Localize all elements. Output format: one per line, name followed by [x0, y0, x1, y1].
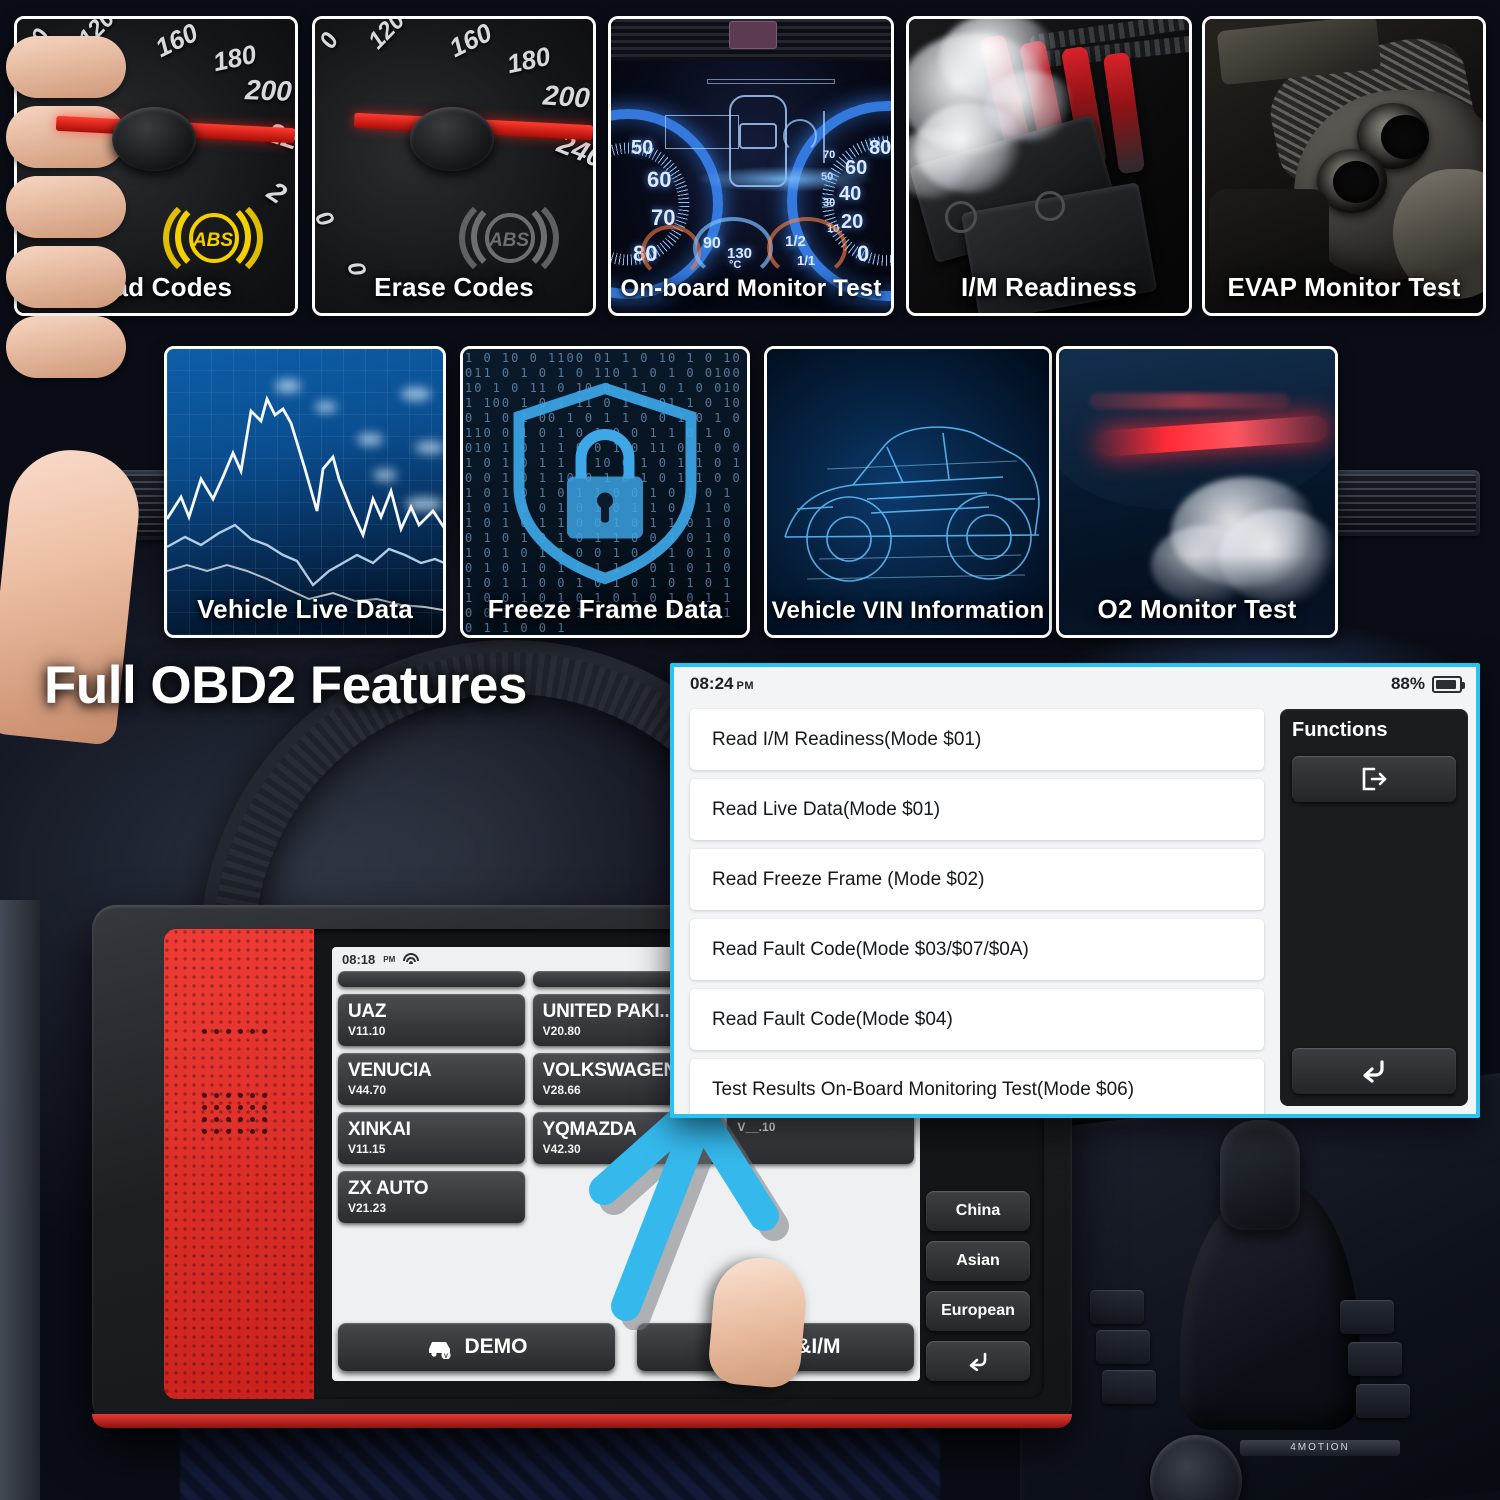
menu-item-read-im-readiness[interactable]: Read I/M Readiness(Mode $01) — [690, 709, 1264, 770]
feature-tile-onboard-monitor-test[interactable]: 50 60 70 80 80 60 40 20 0 70 50 30 10 90… — [608, 16, 894, 316]
vehicle-name: XINKAI — [348, 1119, 411, 1140]
menu-item-read-fault-code-03[interactable]: Read Fault Code(Mode $03/$07/$0A) — [690, 919, 1264, 980]
obd-functions-overlay-screenshot: 08:24 PM 88% Read I/M Readiness(Mode $01)… — [670, 663, 1480, 1118]
feature-tile-erase-codes[interactable]: 0 120 160 180 200 240 0 0 ABS Erase Code… — [312, 16, 596, 316]
console-button-1 — [1090, 1290, 1144, 1324]
onboard-monitor-artwork: 50 60 70 80 80 60 40 20 0 70 50 30 10 90… — [611, 19, 891, 313]
shifter-knob — [1220, 1120, 1300, 1230]
freeze-frame-artwork: 1 0 10 0 1100 01 1 0 10 1 0 10011 0 1 0 … — [463, 349, 747, 635]
vehicle-version: V44.70 — [348, 1083, 387, 1097]
battery-percent: 88% — [1390, 674, 1425, 693]
tablet-clock: 08:18 — [342, 951, 376, 967]
functions-panel-title: Functions — [1292, 719, 1388, 741]
functions-panel: Functions — [1280, 709, 1468, 1106]
overlay-body: Read I/M Readiness(Mode $01) Read Live D… — [674, 701, 1476, 1114]
side-button-asian[interactable]: Asian — [926, 1241, 1030, 1281]
vehicle-button[interactable]: UAZ V11.10 — [338, 994, 525, 1046]
vehicle-button[interactable]: XINKAI V11.15 — [338, 1112, 525, 1164]
side-button-back[interactable] — [926, 1341, 1030, 1381]
tile-label: Vehicle VIN Information — [771, 597, 1045, 624]
exit-button[interactable] — [1292, 756, 1456, 802]
tile-label: Erase Codes — [374, 272, 534, 302]
obd-function-list: Read I/M Readiness(Mode $01) Read Live D… — [674, 701, 1276, 1114]
feature-tile-vehicle-vin-information[interactable]: Vehicle VIN Information — [764, 346, 1052, 638]
tile-label: On-board Monitor Test — [620, 275, 882, 302]
exit-icon — [1362, 767, 1387, 791]
wifi-icon — [403, 953, 420, 965]
vehicle-version: V11.10 — [348, 1024, 386, 1038]
side-button-china[interactable]: China — [926, 1191, 1030, 1231]
demo-button[interactable]: V DEMO — [338, 1323, 615, 1371]
tile-label: I/M Readiness — [961, 272, 1137, 302]
console-button-4 — [1340, 1300, 1394, 1334]
menu-item-read-freeze-frame[interactable]: Read Freeze Frame (Mode $02) — [690, 849, 1264, 910]
tablet-red-footer — [92, 1414, 1072, 1428]
console-button-5 — [1348, 1342, 1402, 1376]
tile-label: Vehicle Live Data — [197, 594, 413, 624]
menu-item-read-fault-code-04[interactable]: Read Fault Code(Mode $04) — [690, 989, 1264, 1050]
vin-artwork — [767, 349, 1049, 635]
speaker-dots-grid — [202, 1093, 267, 1134]
back-button[interactable] — [1292, 1048, 1456, 1094]
battery-icon — [1432, 675, 1465, 693]
vehicle-version: V11.15 — [348, 1142, 386, 1156]
battery-status: 88% — [1390, 674, 1465, 694]
back-arrow-icon — [969, 1352, 987, 1371]
tablet-red-speaker-panel — [164, 929, 314, 1399]
o2-monitor-artwork — [1059, 349, 1335, 635]
tablet-bottom-buttons: V DEMO OBD&I/M — [338, 1323, 914, 1371]
overlay-status-bar: 08:24 PM 88% — [674, 667, 1476, 701]
side-button-european[interactable]: European — [926, 1291, 1030, 1331]
erase-codes-artwork: 0 120 160 180 200 240 0 0 ABS — [315, 19, 593, 313]
tablet-clock-ampm: PM — [383, 954, 396, 964]
door-pillar — [0, 900, 40, 1500]
functions-panel-spacer — [1292, 802, 1456, 1048]
feature-tile-vehicle-live-data[interactable]: Vehicle Live Data — [164, 346, 446, 638]
car-demo-icon: V — [428, 1342, 451, 1359]
im-readiness-artwork — [909, 19, 1189, 313]
vehicle-version: V21.23 — [348, 1201, 387, 1215]
feature-tile-freeze-frame-data[interactable]: 1 0 10 0 1100 01 1 0 10 1 0 10011 0 1 0 … — [460, 346, 750, 638]
demo-button-label: DEMO — [464, 1335, 528, 1358]
vehicle-button[interactable]: VENUCIA V44.70 — [338, 1053, 525, 1105]
vehicle-name: UAZ — [348, 1001, 387, 1022]
vehicle-button[interactable]: ZX AUTO V21.23 — [338, 1171, 525, 1223]
live-data-artwork — [167, 349, 443, 635]
console-button-2 — [1096, 1330, 1150, 1364]
menu-item-test-results-onboard-monitoring[interactable]: Test Results On-Board Monitoring Test(Mo… — [690, 1059, 1264, 1114]
menu-item-read-live-data[interactable]: Read Live Data(Mode $01) — [690, 779, 1264, 840]
overlay-clock-ampm: PM — [736, 680, 754, 692]
back-arrow-icon — [1363, 1060, 1384, 1083]
lock-shield-icon — [505, 381, 705, 592]
overlay-clock: 08:24 — [690, 674, 734, 693]
speaker-dots-top — [202, 1029, 267, 1034]
vehicle-button-clipped[interactable] — [338, 971, 525, 987]
console-button-6 — [1356, 1384, 1410, 1418]
tile-label: Freeze Frame Data — [487, 594, 723, 624]
feature-tile-evap-monitor-test[interactable]: EVAP Monitor Test — [1202, 16, 1486, 316]
feature-tile-im-readiness[interactable]: I/M Readiness — [906, 16, 1192, 316]
tile-label: EVAP Monitor Test — [1227, 272, 1461, 302]
vehicle-name: VENUCIA — [348, 1060, 432, 1081]
svg-text:V: V — [443, 1354, 447, 1359]
console-button-3 — [1102, 1370, 1156, 1404]
tile-label: O2 Monitor Test — [1097, 594, 1297, 624]
vehicle-name: ZX AUTO — [348, 1178, 429, 1199]
page-title: Full OBD2 Features — [44, 656, 527, 715]
motion-badge: 4MOTION — [1240, 1440, 1400, 1456]
feature-tile-o2-monitor-test[interactable]: O2 Monitor Test — [1056, 346, 1338, 638]
overlay-clock-group: 08:24 PM — [690, 674, 754, 694]
evap-monitor-artwork — [1205, 19, 1483, 313]
